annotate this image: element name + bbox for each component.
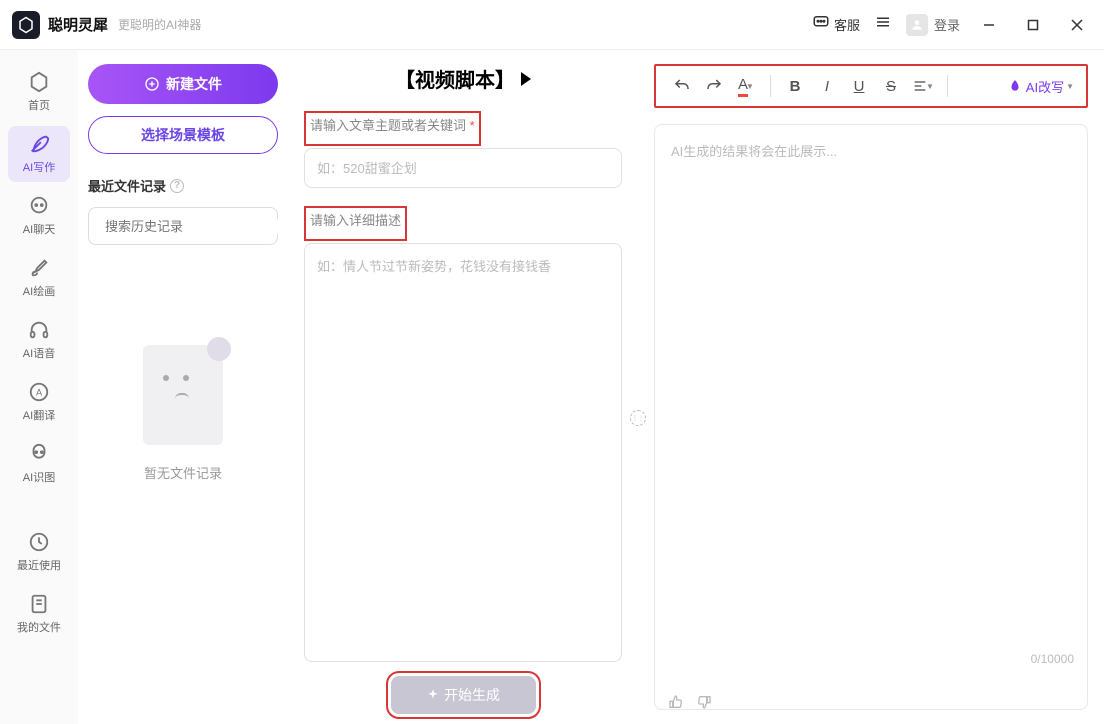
editor-toolbar: A▼ B I U S ▼ AI改写 ▼ bbox=[654, 64, 1088, 108]
hamburger-menu-icon[interactable] bbox=[874, 13, 892, 36]
hexagon-icon bbox=[28, 71, 50, 93]
page-title-row: 【视频脚本】 bbox=[304, 64, 622, 93]
feedback-buttons bbox=[668, 694, 712, 710]
sidebar-label: 最近使用 bbox=[17, 557, 61, 573]
sidebar-label: AI识图 bbox=[23, 469, 55, 485]
sidebar-item-writing[interactable]: AI写作 bbox=[8, 126, 70, 182]
char-count: 0/10000 bbox=[1031, 652, 1074, 666]
leaf-icon bbox=[1008, 79, 1022, 93]
thumbs-down-icon[interactable] bbox=[696, 694, 712, 710]
feather-icon bbox=[28, 133, 50, 155]
minimize-button[interactable] bbox=[974, 10, 1004, 40]
sidebar-item-translate[interactable]: A AI翻译 bbox=[8, 374, 70, 430]
sidebar-item-chat[interactable]: AI聊天 bbox=[8, 188, 70, 244]
sidebar-label: 首页 bbox=[28, 97, 50, 113]
app-name: 聪明灵犀 bbox=[48, 14, 108, 35]
files-column: 新建文件 选择场景模板 最近文件记录 ? 暂无文件记录 bbox=[78, 50, 288, 724]
output-placeholder: AI生成的结果将会在此展示... bbox=[671, 144, 837, 159]
search-box[interactable] bbox=[88, 207, 278, 245]
empty-label: 暂无文件记录 bbox=[144, 463, 222, 482]
page-title: 【视频脚本】 bbox=[395, 64, 515, 93]
translate-icon: A bbox=[28, 381, 50, 403]
topic-input[interactable] bbox=[304, 148, 622, 188]
toolbar-separator bbox=[947, 75, 948, 97]
tagline: 更聪明的AI神器 bbox=[118, 16, 201, 33]
align-button[interactable]: ▼ bbox=[909, 72, 937, 100]
detail-label: 请输入详细描述 bbox=[310, 210, 401, 229]
sidebar-label: AI绘画 bbox=[23, 283, 55, 299]
maximize-button[interactable] bbox=[1018, 10, 1048, 40]
file-icon bbox=[28, 593, 50, 615]
thumbs-up-icon[interactable] bbox=[668, 694, 684, 710]
brush-icon bbox=[28, 257, 50, 279]
sidebar-label: 我的文件 bbox=[17, 619, 61, 635]
sidebar-label: AI聊天 bbox=[23, 221, 55, 237]
app-logo-icon bbox=[12, 11, 40, 39]
output-column: A▼ B I U S ▼ AI改写 ▼ AI生成的结果将会在此展示... 0/1… bbox=[638, 50, 1104, 724]
sidebar-label: AI写作 bbox=[23, 159, 55, 175]
drag-handle-icon[interactable]: ⋮⋮ bbox=[630, 410, 646, 426]
chat-icon bbox=[28, 195, 50, 217]
new-file-label: 新建文件 bbox=[166, 74, 222, 94]
svg-text:A: A bbox=[36, 388, 43, 398]
titlebar: 聪明灵犀 更聪明的AI神器 客服 登录 bbox=[0, 0, 1104, 50]
avatar-icon bbox=[906, 14, 928, 36]
search-input[interactable] bbox=[105, 219, 281, 234]
bold-button[interactable]: B bbox=[781, 72, 809, 100]
empty-file-icon bbox=[143, 345, 223, 445]
input-column: 【视频脚本】 请输入文章主题或者关键词 请输入详细描述 开始生成 bbox=[288, 50, 638, 724]
underline-button[interactable]: U bbox=[845, 72, 873, 100]
customer-service-button[interactable]: 客服 bbox=[812, 13, 860, 36]
strikethrough-button[interactable]: S bbox=[877, 72, 905, 100]
sidebar-label: AI语音 bbox=[23, 345, 55, 361]
generate-label: 开始生成 bbox=[444, 685, 500, 705]
sidebar-item-voice[interactable]: AI语音 bbox=[8, 312, 70, 368]
sidebar-item-recent[interactable]: 最近使用 bbox=[8, 524, 70, 580]
scene-template-button[interactable]: 选择场景模板 bbox=[88, 116, 278, 154]
italic-button[interactable]: I bbox=[813, 72, 841, 100]
play-icon[interactable] bbox=[521, 72, 531, 86]
font-color-button[interactable]: A▼ bbox=[732, 72, 760, 100]
sidebar-item-image[interactable]: AI识图 bbox=[8, 436, 70, 492]
output-area[interactable]: AI生成的结果将会在此展示... bbox=[654, 124, 1088, 710]
plus-circle-icon bbox=[144, 76, 160, 92]
undo-button[interactable] bbox=[668, 72, 696, 100]
close-button[interactable] bbox=[1062, 10, 1092, 40]
toolbar-separator bbox=[770, 75, 771, 97]
sidebar-item-files[interactable]: 我的文件 bbox=[8, 586, 70, 642]
redo-button[interactable] bbox=[700, 72, 728, 100]
headphones-icon bbox=[28, 319, 50, 341]
login-label: 登录 bbox=[934, 15, 960, 34]
recent-files-header: 最近文件记录 ? bbox=[88, 176, 278, 195]
login-button[interactable]: 登录 bbox=[906, 14, 960, 36]
ai-rewrite-label: AI改写 bbox=[1026, 77, 1064, 96]
help-icon[interactable]: ? bbox=[170, 179, 184, 193]
customer-service-label: 客服 bbox=[834, 15, 860, 34]
image-icon bbox=[28, 443, 50, 465]
empty-state: 暂无文件记录 bbox=[88, 345, 278, 482]
recent-header-label: 最近文件记录 bbox=[88, 176, 166, 195]
detail-textarea[interactable] bbox=[304, 243, 622, 662]
new-file-button[interactable]: 新建文件 bbox=[88, 64, 278, 104]
sidebar-label: AI翻译 bbox=[23, 407, 55, 423]
sparkle-icon bbox=[426, 688, 440, 702]
sidebar: 首页 AI写作 AI聊天 AI绘画 AI语音 A AI翻译 AI识图 bbox=[0, 50, 78, 724]
generate-button[interactable]: 开始生成 bbox=[391, 676, 536, 714]
topic-label: 请输入文章主题或者关键词 bbox=[310, 115, 475, 134]
ai-rewrite-button[interactable]: AI改写 ▼ bbox=[1008, 77, 1074, 96]
clock-icon bbox=[28, 531, 50, 553]
sidebar-item-home[interactable]: 首页 bbox=[8, 64, 70, 120]
sidebar-item-draw[interactable]: AI绘画 bbox=[8, 250, 70, 306]
chat-bubble-icon bbox=[812, 13, 830, 36]
